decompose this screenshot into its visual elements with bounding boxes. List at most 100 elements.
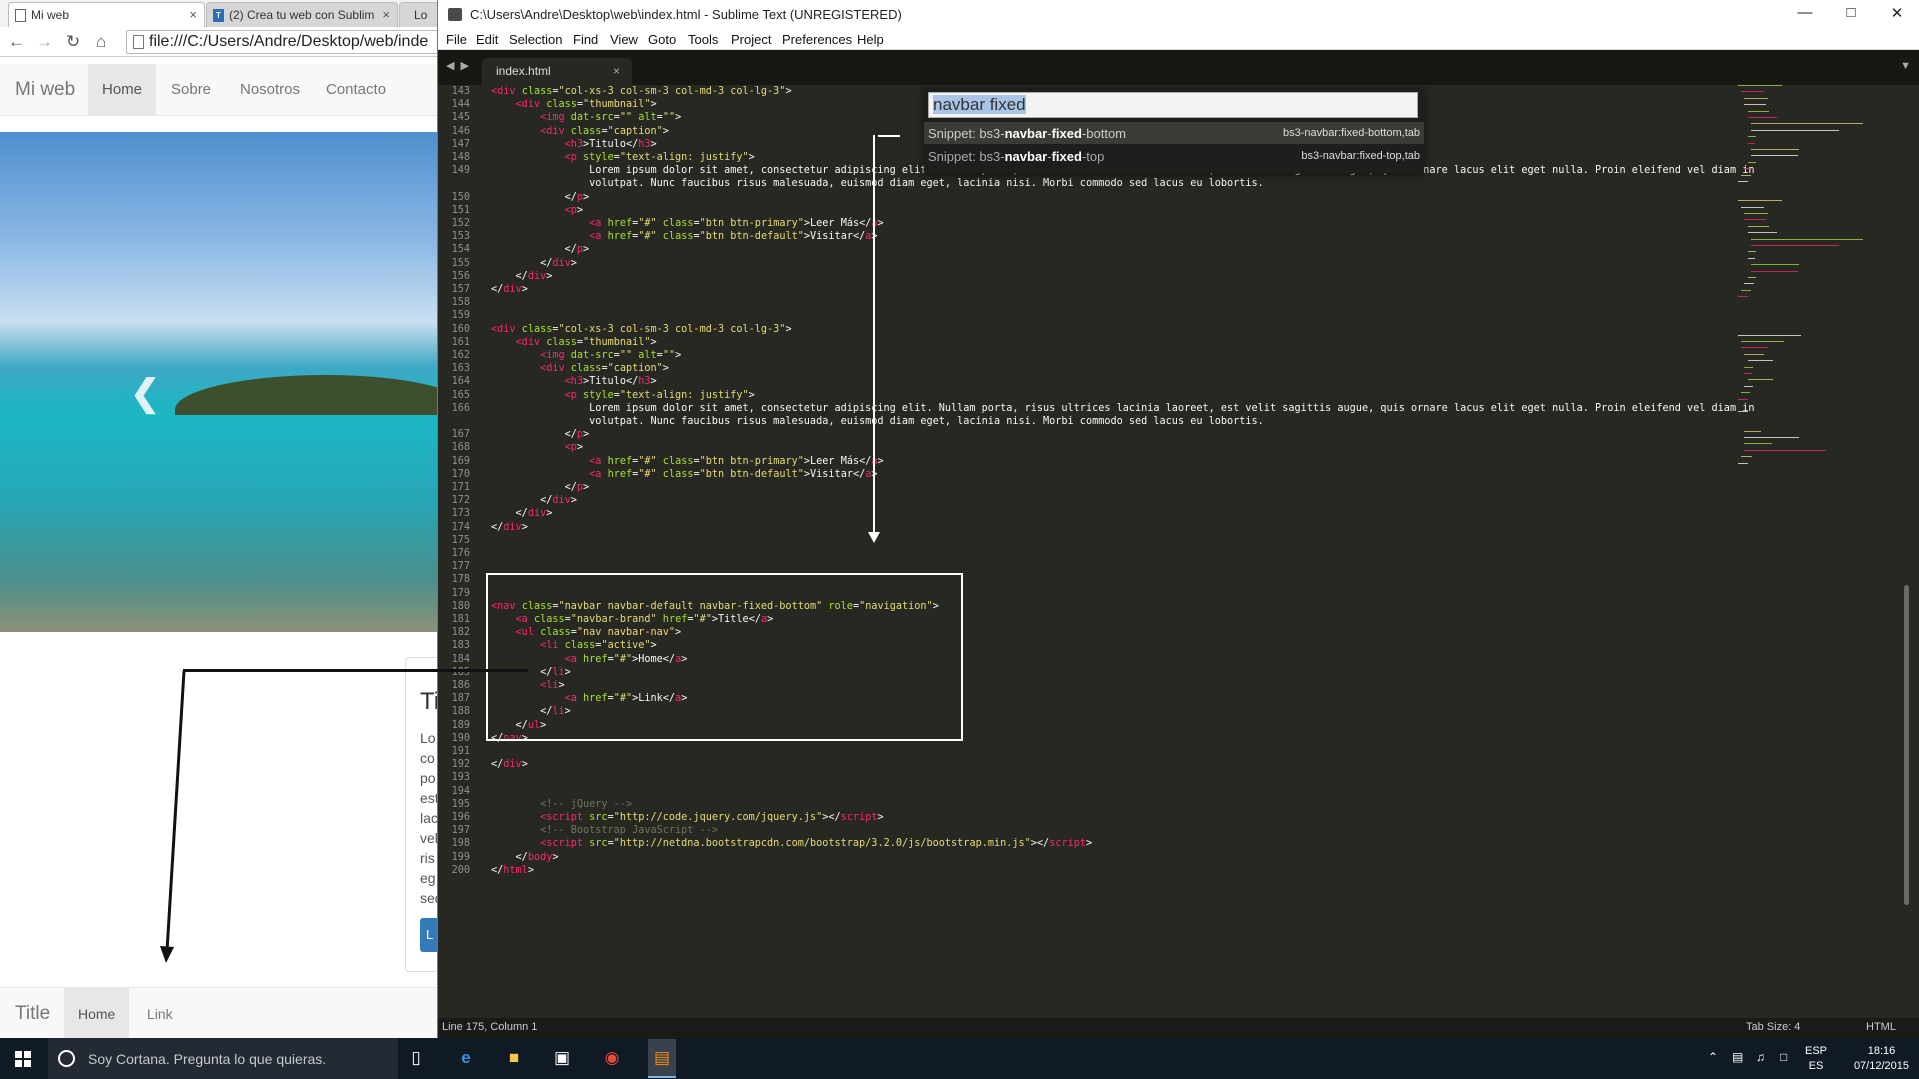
code-line[interactable]: <div class="caption"> [491, 362, 669, 375]
code-line[interactable]: </html> [491, 864, 534, 877]
code-line[interactable]: <p> [491, 204, 583, 217]
maximize-icon[interactable]: □ [1836, 4, 1866, 21]
network-icon[interactable]: ▤ [1732, 1050, 1743, 1064]
browser-tab-sublime[interactable]: T (2) Crea tu web con Sublim × [206, 2, 398, 27]
system-clock[interactable]: 18:16 07/12/2015 [1854, 1044, 1909, 1074]
task-view-icon[interactable]: ▯ [404, 1047, 428, 1069]
bottom-nav-home[interactable]: Home [64, 988, 130, 1038]
code-line[interactable]: <a href="#" class="btn btn-primary">Leer… [491, 455, 884, 468]
bottom-nav-link[interactable]: Link [133, 988, 187, 1038]
close-tab-icon[interactable]: × [613, 64, 620, 78]
action-center-icon[interactable]: □ [1780, 1050, 1787, 1064]
code-line[interactable]: </p> [491, 191, 590, 204]
menu-view[interactable]: View [610, 32, 638, 47]
tab-nav-arrows-icon[interactable]: ◀▶ [446, 59, 475, 72]
minimize-icon[interactable]: — [1790, 4, 1820, 21]
code-line[interactable]: <p style="text-align: justify"> [491, 151, 755, 164]
code-line[interactable]: <div class="col-xs-3 col-sm-3 col-md-3 c… [491, 323, 792, 336]
menu-file[interactable]: File [446, 32, 467, 47]
code-line[interactable]: <!-- Bootstrap JavaScript --> [491, 824, 718, 837]
file-explorer-icon[interactable]: ■ [502, 1047, 526, 1069]
code-line[interactable]: volutpat. Nunc faucibus risus malesuada,… [491, 415, 1264, 428]
menu-selection[interactable]: Selection [509, 32, 562, 47]
palette-search-input[interactable]: navbar fixed [928, 92, 1418, 118]
tab-dropdown-icon[interactable]: ▼ [1900, 60, 1911, 72]
code-line[interactable]: <div class="thumbnail"> [491, 98, 657, 111]
menu-help[interactable]: Help [857, 32, 884, 47]
code-line[interactable]: <h3>Titulo</h3> [491, 375, 657, 388]
code-line[interactable]: <a href="#" class="btn btn-primary">Leer… [491, 217, 884, 230]
close-tab-icon[interactable]: × [189, 7, 197, 22]
nav-home[interactable]: Home [88, 64, 157, 116]
palette-result-fixed-bottom[interactable]: Snippet: bs3-navbar-fixed-bottom bs3-nav… [924, 122, 1424, 144]
code-line[interactable]: <img dat-src="" alt=""> [491, 111, 681, 124]
menu-goto[interactable]: Goto [648, 32, 676, 47]
code-line[interactable]: </div> [491, 507, 553, 520]
code-line[interactable]: </div> [491, 270, 553, 283]
result-match: fixed [1051, 149, 1082, 164]
store-icon[interactable]: ▣ [550, 1047, 574, 1069]
menu-project[interactable]: Project [731, 32, 771, 47]
show-hidden-icons-icon[interactable]: ⌃ [1708, 1050, 1718, 1064]
code-line[interactable]: volutpat. Nunc faucibus risus malesuada,… [491, 177, 1264, 190]
nav-contacto[interactable]: Contacto [312, 64, 400, 116]
menu-edit[interactable]: Edit [476, 32, 498, 47]
site-brand[interactable]: Mi web [15, 64, 75, 116]
code-line[interactable]: <a href="#" class="btn btn-default">Visi… [491, 230, 877, 243]
code-line[interactable]: <div class="col-xs-3 col-sm-3 col-md-3 c… [491, 85, 792, 98]
vertical-scrollbar[interactable] [1904, 585, 1909, 905]
code-line[interactable]: <div class="caption"> [491, 125, 669, 138]
code-line[interactable]: </div> [491, 257, 577, 270]
cortana-search-box[interactable]: Soy Cortana. Pregunta lo que quieras. [48, 1038, 398, 1079]
carousel-prev-icon[interactable]: ❮ [130, 372, 160, 414]
palette-result-fixed-top[interactable]: Snippet: bs3-navbar-fixed-top bs3-navbar… [924, 145, 1424, 167]
code-line[interactable]: <!-- jQuery --> [491, 798, 632, 811]
windows-start-icon[interactable] [15, 1051, 31, 1067]
browser-tab-mi-web[interactable]: Mi web × [8, 2, 205, 27]
menu-preferences[interactable]: Preferences [782, 32, 852, 47]
code-line[interactable]: </body> [491, 851, 559, 864]
tab-size-setting[interactable]: Tab Size: 4 [1746, 1021, 1800, 1033]
menu-find[interactable]: Find [573, 32, 598, 47]
code-line[interactable]: <img dat-src="" alt=""> [491, 349, 681, 362]
code-line[interactable]: </p> [491, 428, 590, 441]
chrome-icon[interactable]: ◉ [600, 1047, 624, 1069]
close-window-icon[interactable]: ✕ [1882, 4, 1912, 22]
code-editor[interactable]: 143 144 145 146 147 148 149 150 151 152 153 154 155 1… [438, 85, 1919, 1018]
code-line[interactable]: <div class="thumbnail"> [491, 336, 657, 349]
tab-index-html[interactable]: index.html × [482, 58, 632, 85]
browser-tab-third[interactable]: Lo [399, 2, 440, 27]
address-bar[interactable]: file:///C:/Users/Andre/Desktop/web/inde [126, 30, 440, 54]
back-arrow-icon[interactable]: ← [8, 33, 25, 50]
code-line[interactable]: </div> [491, 494, 577, 507]
input-language[interactable]: ESP ES [1805, 1044, 1827, 1074]
code-line[interactable]: </p> [491, 481, 590, 494]
code-line[interactable]: </div> [491, 283, 528, 296]
code-text-area[interactable]: <div class="col-xs-3 col-sm-3 col-md-3 c… [491, 85, 1791, 1018]
bottom-brand[interactable]: Title [15, 988, 50, 1038]
code-line[interactable]: <p style="text-align: justify"> [491, 389, 755, 402]
syntax-setting[interactable]: HTML [1866, 1021, 1896, 1033]
nav-nosotros[interactable]: Nosotros [226, 64, 314, 116]
home-icon[interactable]: ⌂ [96, 33, 106, 50]
code-line[interactable]: <p> [491, 441, 583, 454]
close-tab-icon[interactable]: × [382, 7, 390, 22]
code-line[interactable]: </div> [491, 758, 528, 771]
volume-icon[interactable]: ♫ [1756, 1050, 1765, 1064]
code-line[interactable]: </div> [491, 521, 528, 534]
sublime-text-icon[interactable]: ▤ [648, 1039, 676, 1078]
code-line[interactable]: </p> [491, 243, 590, 256]
menu-tools[interactable]: Tools [688, 32, 718, 47]
code-line[interactable]: <a href="#" class="btn btn-default">Visi… [491, 468, 877, 481]
reload-icon[interactable]: ↻ [66, 33, 80, 50]
forward-arrow-icon[interactable]: → [36, 33, 53, 50]
site-navbar-top: Mi web Home Sobre Nosotros Contacto [0, 64, 440, 116]
code-line[interactable]: <script src="http://netdna.bootstrapcdn.… [491, 837, 1092, 850]
code-line[interactable]: Lorem ipsum dolor sit amet, consectetur … [491, 402, 1754, 415]
code-line[interactable]: <h3>Titulo</h3> [491, 138, 657, 151]
code-line[interactable]: <script src="http://code.jquery.com/jque… [491, 811, 884, 824]
minimap[interactable] [1738, 85, 1898, 505]
minimap-line [1750, 238, 1863, 240]
edge-browser-icon[interactable]: e [454, 1047, 478, 1069]
nav-sobre[interactable]: Sobre [157, 64, 225, 116]
